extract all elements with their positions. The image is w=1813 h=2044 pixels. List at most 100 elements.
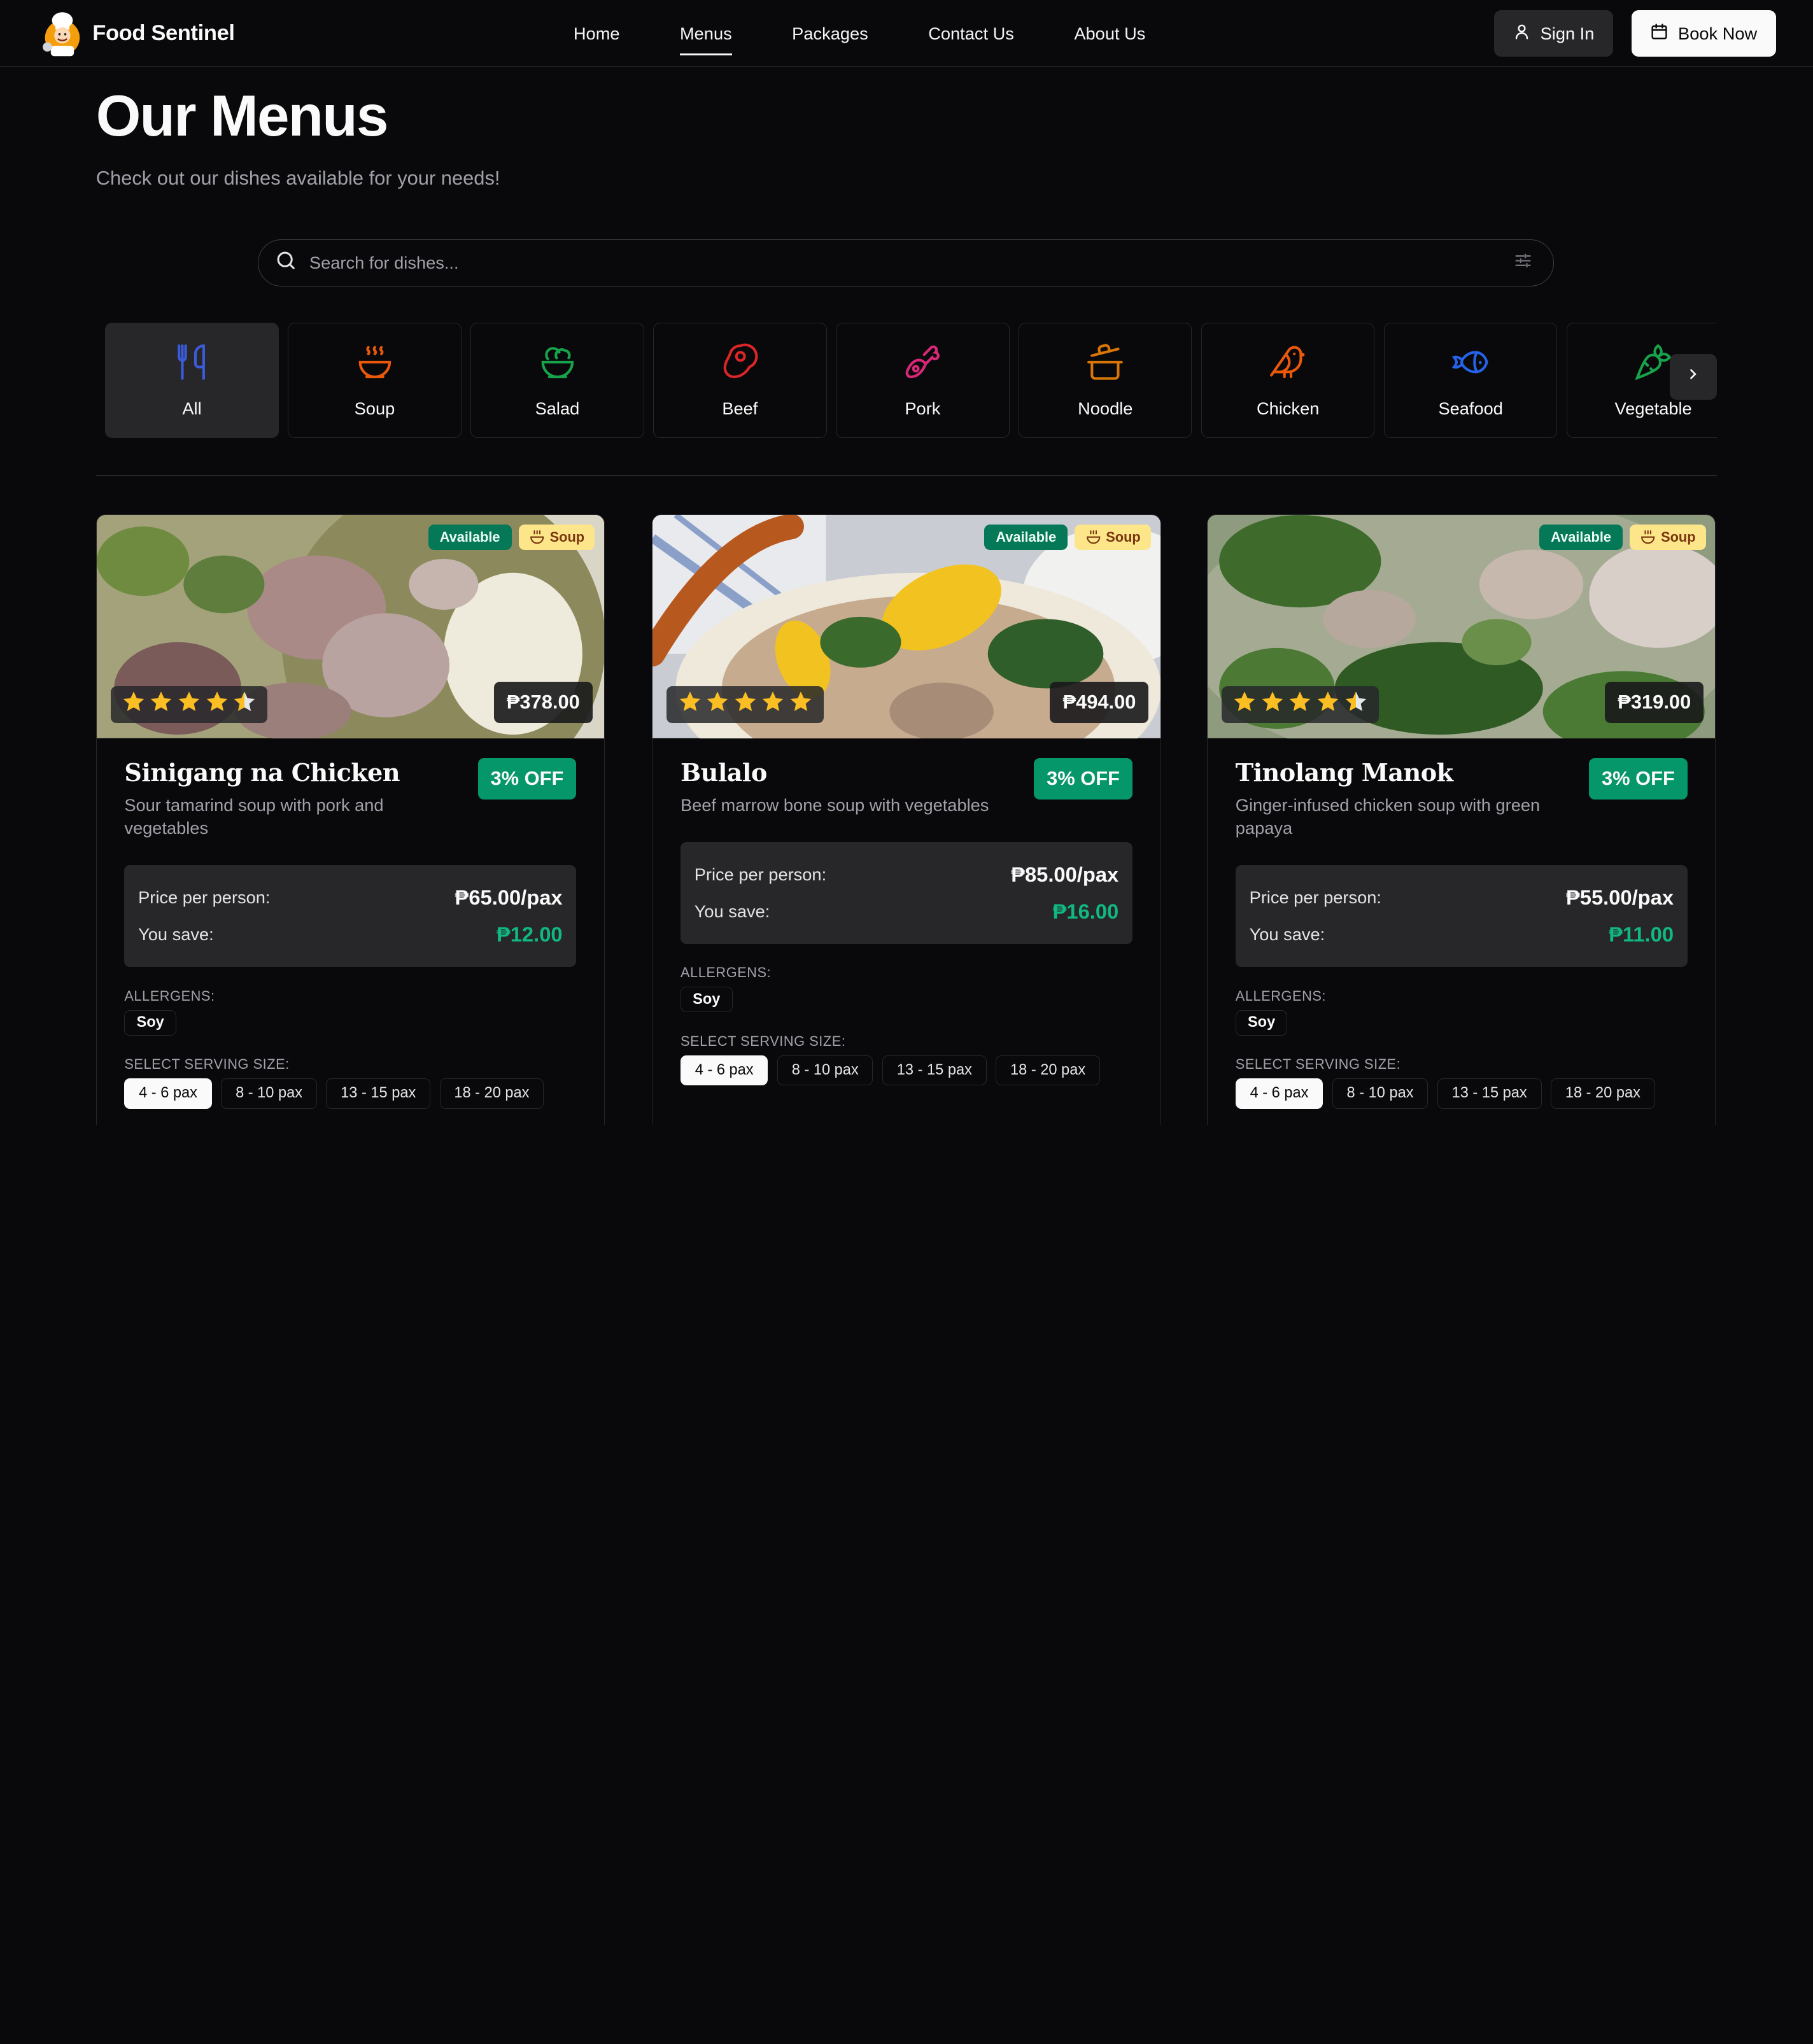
nav-home[interactable]: Home (544, 0, 650, 67)
category-badge-label: Soup (549, 528, 585, 545)
category-label: Soup (354, 398, 395, 418)
card-badges: Available Soup (1539, 524, 1706, 550)
serving-size-label: SELECT SERVING SIZE: (680, 1033, 846, 1049)
star-icon (148, 689, 174, 720)
category-badge: Soup (1075, 524, 1152, 550)
star-icon (1315, 689, 1341, 720)
star-icon (1260, 689, 1285, 720)
you-save-label: You save: (694, 901, 770, 921)
soup-bowl-icon (355, 342, 395, 387)
discount-badge: 3% OFF (477, 758, 577, 800)
price-box: Price per person: ₱85.00/pax You save: ₱… (680, 842, 1132, 944)
price-per-person-label: Price per person: (138, 887, 271, 907)
card-body: Tinolang Manok 3% OFF Ginger-infused chi… (1208, 738, 1715, 1109)
category-next-button[interactable] (1669, 353, 1718, 400)
serving-size-options: 4 - 6 pax 8 - 10 pax 13 - 15 pax 18 - 20… (1235, 1078, 1688, 1109)
category-badge-label: Soup (1106, 528, 1141, 545)
page-title: Our Menus (95, 83, 389, 148)
category-label: Noodle (1078, 398, 1133, 418)
ham-icon (903, 342, 942, 387)
star-icon (788, 689, 814, 720)
size-option[interactable]: 4 - 6 pax (124, 1078, 212, 1109)
size-option[interactable]: 13 - 15 pax (326, 1078, 431, 1109)
dish-photo: Available Soup ₱494.00 (653, 515, 1160, 738)
user-icon (1513, 22, 1531, 45)
size-option[interactable]: 13 - 15 pax (1437, 1078, 1542, 1109)
search-bar[interactable]: Search for dishes... (258, 239, 1555, 287)
rating-stars (667, 686, 824, 724)
discount-badge: 3% OFF (1588, 758, 1688, 800)
soup-bowl-icon (1641, 530, 1655, 544)
price-per-person-label: Price per person: (694, 864, 827, 884)
serving-size-options: 4 - 6 pax 8 - 10 pax 13 - 15 pax 18 - 20… (124, 1078, 576, 1109)
star-icon (1232, 689, 1257, 720)
category-beef[interactable]: Beef (653, 322, 827, 439)
book-now-label: Book Now (1678, 23, 1758, 43)
nav-contact-us[interactable]: Contact Us (898, 0, 1044, 67)
star-icon (733, 689, 758, 720)
category-noodle[interactable]: Noodle (1019, 322, 1192, 439)
dish-description: Sour tamarind soup with pork and vegetab… (124, 794, 384, 838)
nav-packages[interactable]: Packages (762, 0, 898, 67)
star-icon (677, 689, 703, 720)
size-option[interactable]: 8 - 10 pax (221, 1078, 317, 1109)
brand[interactable]: Food Sentinel (37, 8, 235, 59)
category-label: All (182, 398, 202, 418)
category-badge: Soup (1630, 524, 1706, 550)
nav-about-us[interactable]: About Us (1044, 0, 1175, 67)
size-option[interactable]: 13 - 15 pax (882, 1055, 987, 1086)
dish-photo: Available Soup ₱378.00 (96, 515, 604, 738)
calendar-icon (1650, 22, 1668, 45)
menu-card[interactable]: Available Soup ₱378.00 Sinigang na Chick… (95, 514, 605, 1125)
sign-in-button[interactable]: Sign In (1493, 10, 1613, 57)
category-chicken[interactable]: Chicken (1201, 322, 1375, 439)
page: Food Sentinel Home Menus Packages Contac… (0, 0, 1813, 1125)
category-badge-label: Soup (1661, 528, 1696, 545)
card-body: Sinigang na Chicken 3% OFF Sour tamarind… (97, 738, 604, 1109)
cooking-pot-icon (1085, 342, 1125, 387)
category-salad[interactable]: Salad (470, 322, 644, 439)
size-option[interactable]: 18 - 20 pax (996, 1055, 1100, 1086)
card-badges: Available Soup (984, 524, 1152, 550)
chef-logo-icon (37, 8, 88, 59)
size-option[interactable]: 4 - 6 pax (680, 1055, 768, 1086)
category-label: Vegetable (1614, 398, 1692, 418)
soup-bowl-icon (1086, 530, 1100, 544)
category-label: Salad (535, 398, 580, 418)
price-per-person-label: Price per person: (1249, 887, 1381, 907)
allergen-tag: Soy (124, 1010, 176, 1036)
category-label: Pork (905, 398, 941, 418)
category-label: Chicken (1257, 398, 1320, 418)
size-option[interactable]: 8 - 10 pax (777, 1055, 873, 1086)
star-icon (204, 689, 230, 720)
search-input[interactable]: Search for dishes... (309, 253, 1514, 273)
search-icon (274, 249, 297, 277)
category-all[interactable]: All (105, 322, 279, 439)
size-option[interactable]: 18 - 20 pax (439, 1078, 544, 1109)
category-soup[interactable]: Soup (288, 322, 462, 439)
book-now-button[interactable]: Book Now (1631, 10, 1776, 57)
menu-card[interactable]: Available Soup ₱494.00 Bulalo 3% OFF Bee… (652, 514, 1161, 1125)
star-icon (1287, 689, 1313, 720)
price-per-person-value: ₱85.00/pax (1011, 862, 1119, 886)
star-icon (121, 689, 146, 720)
star-icon (1343, 689, 1369, 720)
you-save-value: ₱11.00 (1609, 922, 1674, 947)
price-per-person-value: ₱65.00/pax (455, 885, 563, 909)
nav-menus[interactable]: Menus (650, 0, 762, 67)
serving-size-options: 4 - 6 pax 8 - 10 pax 13 - 15 pax 18 - 20… (680, 1055, 1132, 1086)
divider (95, 475, 1718, 477)
size-option[interactable]: 4 - 6 pax (1235, 1078, 1323, 1109)
category-badge: Soup (518, 524, 595, 550)
menu-card[interactable]: Available Soup ₱319.00 Tinolang Manok 3%… (1207, 514, 1716, 1125)
category-label: Beef (722, 398, 758, 418)
star-icon (760, 689, 786, 720)
sliders-icon[interactable] (1514, 251, 1532, 275)
size-option[interactable]: 18 - 20 pax (1551, 1078, 1655, 1109)
category-seafood[interactable]: Seafood (1383, 322, 1558, 439)
available-badge: Available (1539, 524, 1623, 550)
size-option[interactable]: 8 - 10 pax (1332, 1078, 1429, 1109)
category-pork[interactable]: Pork (836, 322, 1010, 439)
allergens-label: ALLERGENS: (124, 987, 215, 1004)
you-save-value: ₱16.00 (1052, 899, 1119, 923)
